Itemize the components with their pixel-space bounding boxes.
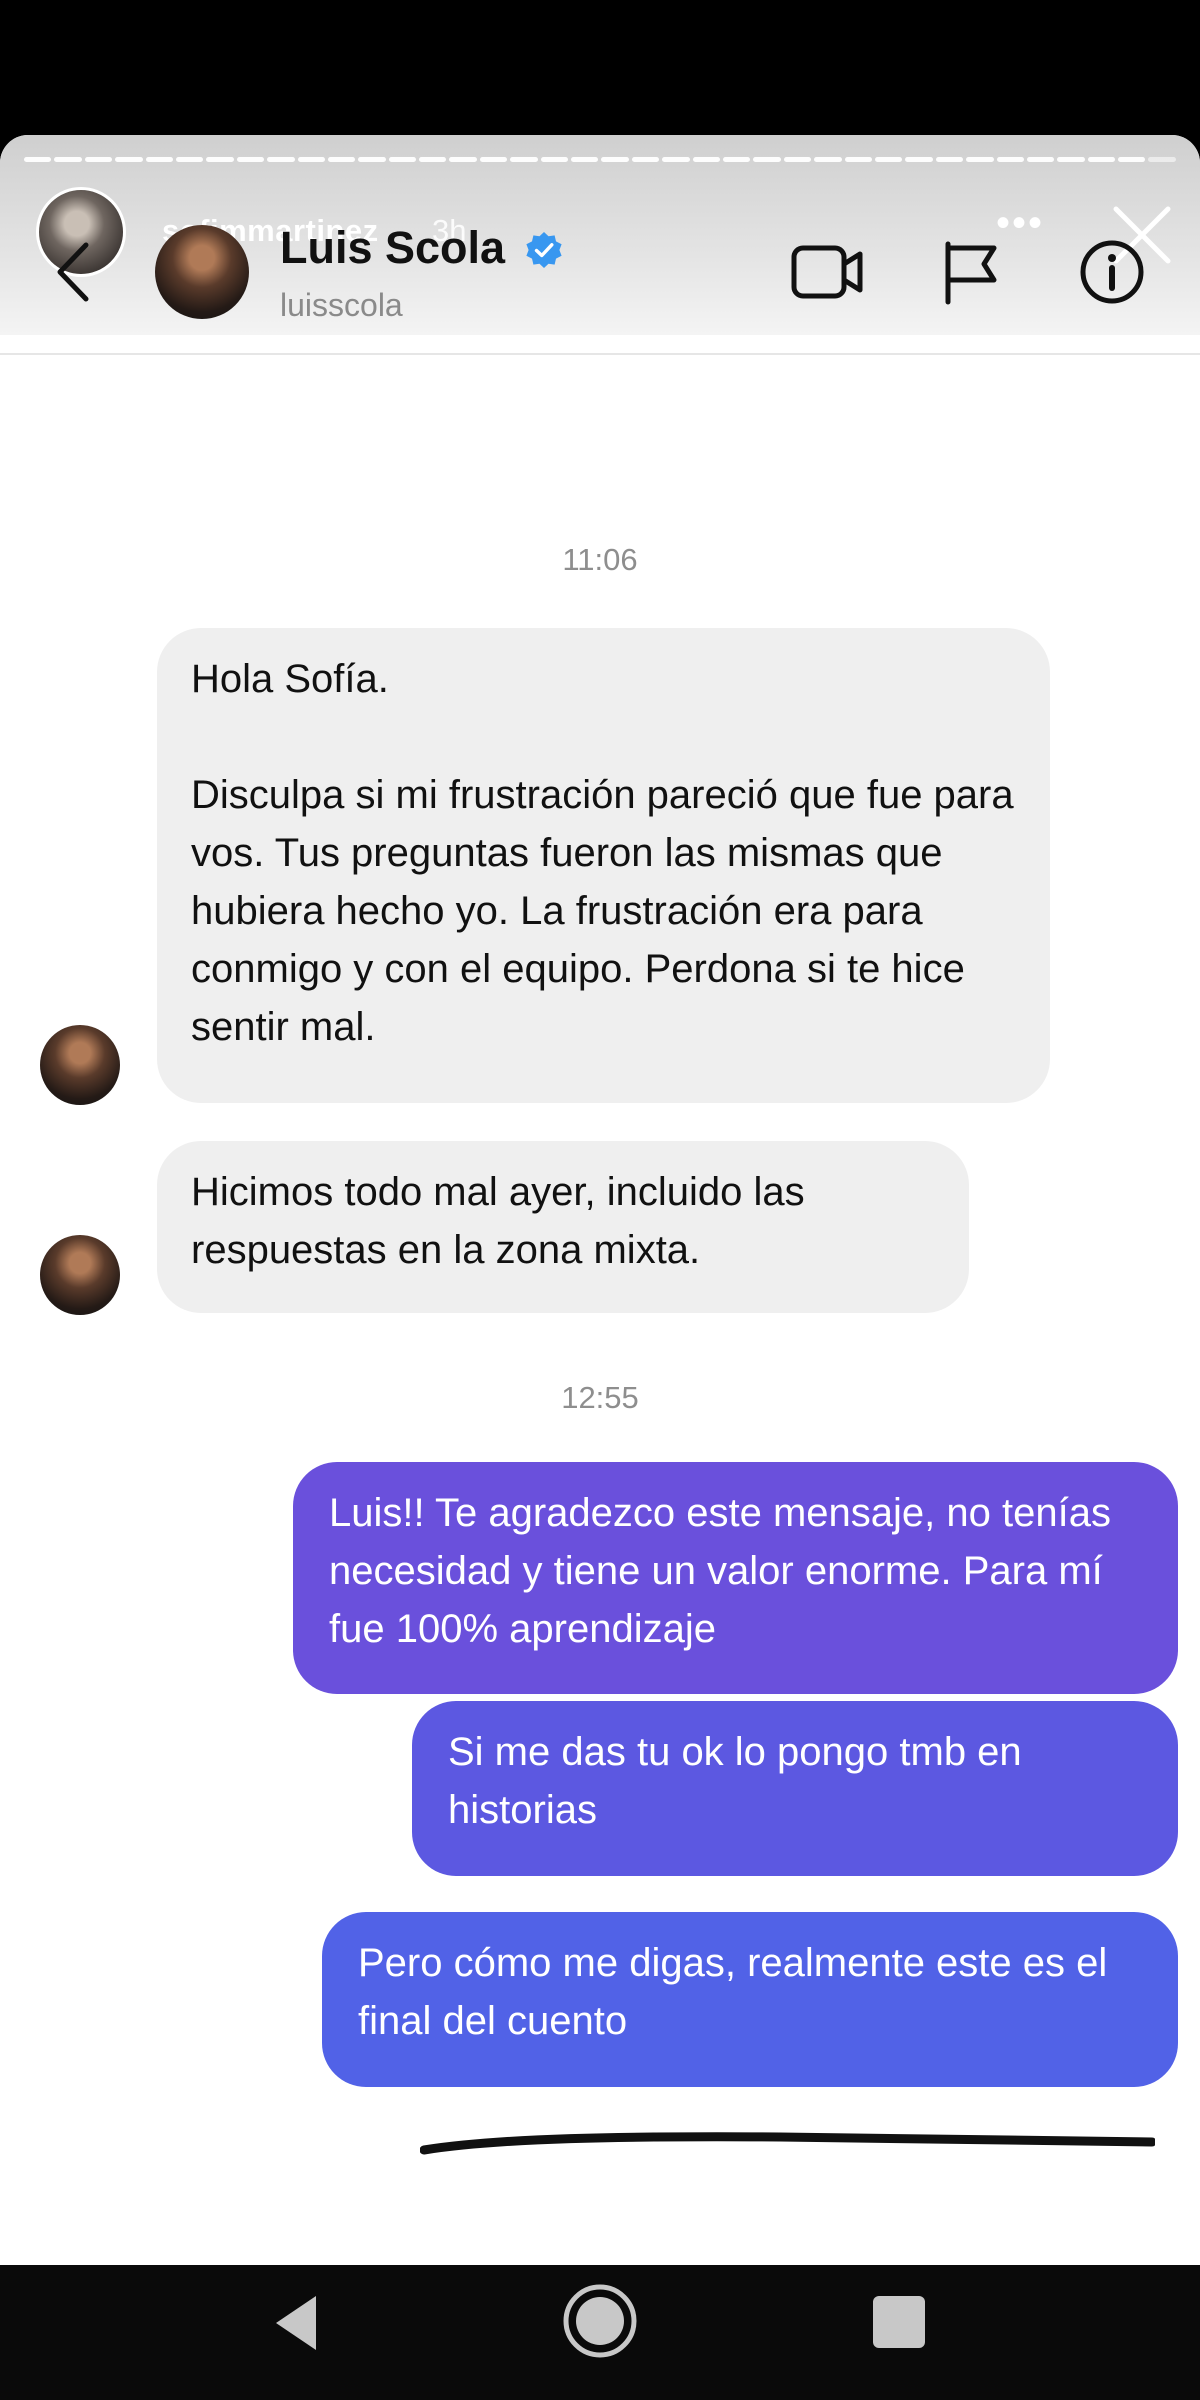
progress-segment (783, 157, 812, 162)
progress-segment (145, 157, 173, 162)
progress-segment (753, 157, 781, 162)
chevron-left-icon[interactable] (50, 237, 96, 312)
progress-segment (358, 157, 386, 162)
progress-segment (966, 157, 994, 162)
progress-segment (54, 157, 82, 162)
outgoing-message[interactable]: Pero cómo me digas, realmente este es el… (322, 1912, 1178, 2087)
progress-segment (1057, 157, 1085, 162)
progress-segment (479, 157, 508, 162)
progress-segment (814, 157, 842, 162)
outgoing-message[interactable]: Si me das tu ok lo pongo tmb en historia… (412, 1701, 1178, 1876)
progress-segment (996, 157, 1024, 162)
contact-avatar[interactable] (155, 225, 249, 319)
message-timestamp: 11:06 (562, 542, 638, 577)
video-call-icon[interactable] (790, 242, 866, 307)
progress-segment (206, 157, 234, 162)
progress-segment (722, 157, 751, 162)
progress-segment (540, 157, 569, 162)
progress-segment (510, 157, 538, 162)
incoming-message[interactable]: Hicimos todo mal ayer, incluido las resp… (157, 1141, 969, 1313)
redaction-scribble (420, 2132, 1155, 2155)
progress-segment (844, 157, 872, 162)
contact-handle: luisscola (280, 287, 403, 323)
progress-segment (175, 157, 204, 162)
nav-recents-icon[interactable] (873, 2296, 925, 2348)
sender-avatar[interactable] (40, 1235, 120, 1315)
progress-segment (115, 157, 143, 162)
progress-segment (905, 157, 933, 162)
outgoing-message[interactable]: Luis!! Te agradezco este mensaje, no ten… (293, 1462, 1178, 1694)
progress-segment (267, 157, 295, 162)
nav-back-icon[interactable] (268, 2292, 324, 2359)
message-timestamp: 12:55 (561, 1380, 639, 1415)
progress-segment (692, 157, 720, 162)
progress-segment (1087, 157, 1116, 162)
incoming-message[interactable]: Hola Sofía. Disculpa si mi frustración p… (157, 628, 1050, 1103)
progress-segment (236, 157, 265, 162)
progress-segment (388, 157, 417, 162)
progress-segment (631, 157, 660, 162)
progress-segment (327, 157, 356, 162)
progress-segment-current (1148, 157, 1176, 162)
progress-segment (1118, 157, 1146, 162)
sender-avatar[interactable] (40, 1025, 120, 1105)
flag-icon[interactable] (940, 240, 1002, 311)
progress-segment (84, 157, 113, 162)
progress-segment (1026, 157, 1055, 162)
progress-segment (297, 157, 325, 162)
progress-segment (419, 157, 447, 162)
progress-segment (449, 157, 477, 162)
nav-home-icon[interactable] (562, 2283, 638, 2364)
progress-segment (935, 157, 964, 162)
progress-segment (662, 157, 690, 162)
info-icon[interactable] (1078, 238, 1146, 311)
progress-segment (601, 157, 629, 162)
verified-badge-icon (524, 230, 564, 275)
story-progress-bar (24, 157, 1176, 162)
more-options-icon[interactable]: ••• (996, 201, 1044, 246)
progress-segment (571, 157, 599, 162)
header-divider (0, 353, 1200, 355)
progress-segment (874, 157, 903, 162)
progress-segment (24, 157, 52, 162)
contact-name[interactable]: Luis Scola (280, 222, 505, 274)
